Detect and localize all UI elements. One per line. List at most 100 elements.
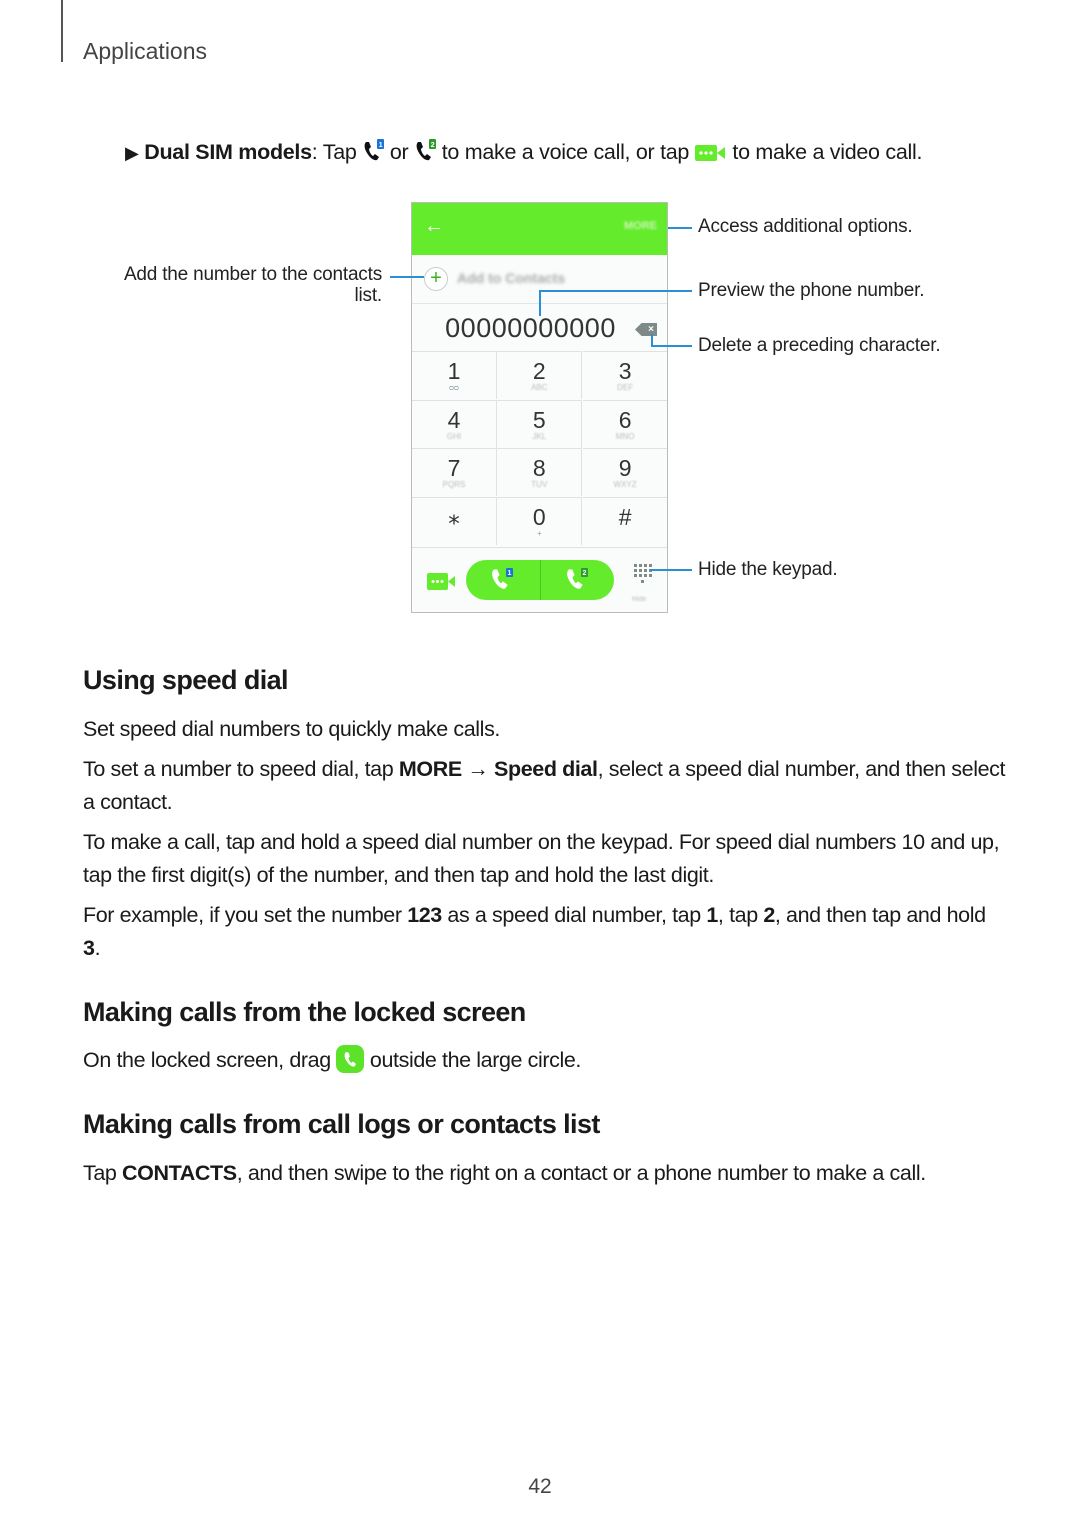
phone-dialer-screenshot: ← MORE + Add to Contacts 00000000000 × 1…: [411, 202, 668, 613]
key-digit: 1: [447, 358, 461, 384]
callout-line-delete: [651, 345, 692, 347]
key-letters: PQRS: [442, 480, 466, 490]
key-3[interactable]: 3 DEF: [582, 351, 667, 399]
key-letters: ABC: [531, 383, 548, 392]
text: to make a voice call, or tap: [436, 140, 695, 164]
svg-text:1: 1: [379, 142, 383, 149]
key-digit: 7: [447, 455, 461, 482]
callout-vline-preview: [539, 290, 541, 316]
text: , and then tap and hold: [774, 903, 986, 927]
key-digit: 8: [532, 455, 546, 482]
key-4[interactable]: 4 GHI: [412, 399, 497, 448]
key-digit: 0: [532, 503, 546, 530]
callout-line-more: [668, 227, 692, 229]
dual-sim-label: Dual SIM models: [144, 140, 312, 164]
key-digit: ⁎: [448, 503, 460, 530]
voice-call-buttons: 1 2: [466, 560, 614, 600]
text: outside the large circle.: [364, 1048, 582, 1072]
key-letters: JKL: [532, 431, 547, 441]
key-5[interactable]: 5 JKL: [497, 399, 583, 448]
key-digit: #: [618, 503, 632, 530]
key-letters: +: [536, 528, 542, 538]
back-arrow-icon[interactable]: ←: [424, 215, 444, 238]
key-2[interactable]: 2 ABC: [497, 351, 583, 399]
bullet-marker: ▶: [125, 143, 139, 163]
phone-app-icon: [336, 1045, 365, 1083]
callout-line-hide: [650, 569, 692, 571]
key-9[interactable]: 9 WXYZ: [582, 448, 667, 496]
bold-number: 3: [83, 936, 95, 960]
speed-dial-p2: To set a number to speed dial, tap MORE …: [83, 753, 1008, 819]
text: as a speed dial number, tap: [441, 903, 707, 927]
plus-icon: +: [424, 267, 448, 291]
callout-line-add: [390, 276, 424, 278]
key-#[interactable]: #: [582, 496, 667, 545]
svg-text:2: 2: [583, 570, 587, 577]
bold-number: 1: [706, 903, 718, 927]
key-letters: TUV: [531, 480, 548, 490]
svg-text:1: 1: [508, 570, 512, 577]
locked-screen-p: On the locked screen, drag outside the l…: [83, 1044, 1008, 1083]
phone-number-display: 00000000000: [445, 313, 616, 343]
call-actions-bar: 1 2 Hide: [412, 547, 667, 612]
text: .: [94, 936, 101, 960]
text: , and then swipe to the right on a conta…: [236, 1161, 927, 1185]
callout-add-line1: Add the number to the contacts: [123, 264, 382, 285]
heading-locked-screen: Making calls from the locked screen: [83, 997, 526, 1027]
text: to make a video call.: [726, 140, 923, 164]
text: or: [384, 140, 415, 164]
callout-delete: Delete a preceding character.: [698, 335, 941, 356]
key-letters: ᴑᴑ: [449, 383, 459, 392]
phone-sim2-icon: 2: [414, 139, 437, 169]
key-digit: 5: [532, 406, 546, 433]
video-call-icon: [694, 143, 727, 169]
dual-sim-instruction: ▶ Dual SIM models: Tap 1 or 2 to make a …: [125, 139, 922, 169]
callout-line-preview: [539, 290, 692, 292]
call-sim2-button[interactable]: 2: [540, 560, 614, 600]
key-digit: 6: [618, 406, 632, 433]
key-digit: 3: [618, 358, 632, 384]
key-digit: 4: [447, 406, 461, 433]
key-letters: GHI: [446, 431, 462, 441]
speed-dial-p1: Set speed dial numbers to quickly make c…: [83, 717, 500, 741]
section-title: Applications: [83, 38, 208, 64]
callout-more: Access additional options.: [698, 216, 913, 237]
phone-sim1-icon: 1: [362, 139, 385, 169]
key-letters: MNO: [615, 431, 635, 441]
contacts-term: CONTACTS: [122, 1161, 237, 1185]
text: To set a number to speed dial, tap: [83, 757, 399, 781]
key-7[interactable]: 7 PQRS: [412, 448, 497, 497]
heading-call-logs: Making calls from call logs or contacts …: [83, 1109, 600, 1139]
key-8[interactable]: 8 TUV: [497, 448, 583, 497]
key-letters: WXYZ: [613, 480, 637, 490]
speed-dial-term: Speed dial: [494, 757, 598, 781]
key-1[interactable]: 1 ᴑᴑ: [412, 351, 497, 399]
call-sim1-button[interactable]: 1: [466, 560, 540, 600]
speed-dial-p4: For example, if you set the number 123 a…: [83, 899, 1008, 965]
page-number: 42: [528, 1475, 552, 1498]
key-letters: DEF: [617, 383, 634, 392]
key-6[interactable]: 6 MNO: [582, 399, 667, 448]
text: : Tap: [311, 140, 363, 164]
speed-dial-p3: To make a call, tap and hold a speed dia…: [83, 830, 1000, 887]
bold-number: 123: [407, 903, 442, 927]
add-to-contacts-label: Add to Contacts: [457, 270, 566, 286]
heading-speed-dial: Using speed dial: [83, 665, 289, 695]
more-button[interactable]: MORE: [624, 220, 657, 232]
text: Tap: [83, 1161, 123, 1185]
video-call-button[interactable]: [427, 573, 457, 595]
header-rule: [61, 0, 63, 62]
app-bar: ← MORE: [412, 203, 667, 255]
text: , tap: [717, 903, 764, 927]
callout-add-line2: list.: [354, 285, 382, 306]
text: On the locked screen, drag: [83, 1048, 337, 1072]
callout-hide: Hide the keypad.: [698, 559, 838, 580]
svg-text:2: 2: [431, 142, 435, 149]
key-⁎[interactable]: ⁎: [412, 496, 497, 545]
key-digit: 2: [532, 358, 546, 384]
callout-preview: Preview the phone number.: [698, 280, 925, 301]
text: For example, if you set the number: [83, 903, 408, 927]
hide-label: Hide: [632, 596, 647, 603]
arrow: →: [461, 757, 495, 781]
key-0[interactable]: 0 +: [497, 496, 583, 545]
